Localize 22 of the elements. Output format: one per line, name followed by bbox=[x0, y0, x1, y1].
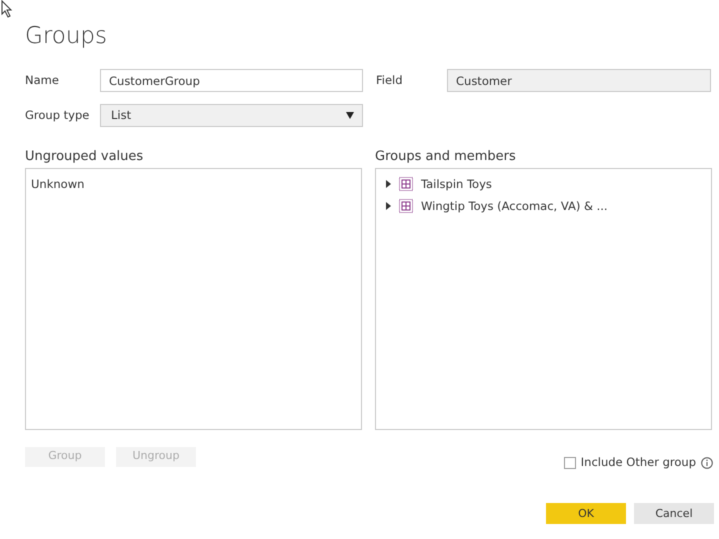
group-label: Tailspin Toys bbox=[421, 176, 492, 193]
caret-icon bbox=[346, 112, 354, 119]
name-field[interactable]: CustomerGroup bbox=[100, 69, 363, 92]
group-label: Wingtip Toys (Accomac, VA) & ... bbox=[421, 198, 608, 215]
field-label: Name bbox=[25, 72, 60, 89]
ok-button[interactable]: OK bbox=[546, 503, 626, 524]
pointer-icon bbox=[1, 0, 13, 18]
section-heading: Ungrouped values bbox=[25, 148, 144, 165]
section-heading: Groups and members bbox=[375, 148, 517, 165]
field-label: Group type bbox=[25, 106, 90, 124]
expand-arrow-icon[interactable] bbox=[386, 180, 391, 188]
group-icon bbox=[399, 199, 413, 213]
expand-arrow-icon[interactable] bbox=[386, 202, 391, 210]
info-icon[interactable] bbox=[701, 456, 713, 469]
checkbox-label: Include Other group bbox=[580, 454, 696, 471]
list-item[interactable]: Unknown bbox=[31, 173, 356, 195]
field-label: Field bbox=[376, 72, 404, 89]
cancel-button[interactable]: Cancel bbox=[634, 503, 714, 524]
include-other-checkbox[interactable] bbox=[564, 456, 576, 469]
group-type-dropdown[interactable]: List bbox=[100, 104, 363, 127]
dialog-title: Groups bbox=[25, 22, 108, 51]
group-icon bbox=[399, 177, 413, 191]
